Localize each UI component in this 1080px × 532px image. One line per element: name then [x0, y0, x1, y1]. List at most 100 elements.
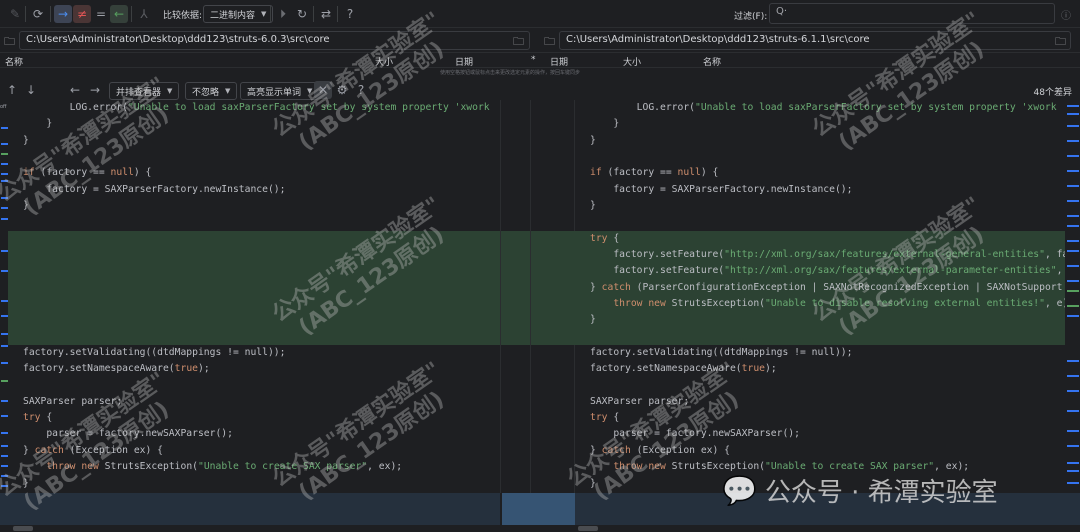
right-path-input[interactable]: C:\Users\Administrator\Desktop\ddd123\st… — [559, 31, 1071, 50]
code-token: , e) — [1044, 298, 1065, 310]
change-marker[interactable] — [1, 362, 8, 364]
change-marker[interactable] — [1, 485, 8, 487]
change-marker[interactable] — [1, 270, 8, 272]
help-button[interactable]: ? — [341, 5, 359, 23]
change-marker[interactable] — [1, 143, 8, 145]
change-marker[interactable] — [1, 218, 8, 220]
change-marker[interactable] — [1067, 185, 1079, 187]
change-marker[interactable] — [1067, 200, 1079, 202]
arrow-up-icon[interactable]: ↑ — [3, 81, 21, 99]
column-size[interactable]: 大小 — [375, 55, 393, 68]
code-line: LOG.error("Unable to load saxParserFacto… — [590, 100, 1065, 116]
change-marker[interactable] — [1, 345, 8, 347]
filter-input[interactable]: Q· — [769, 3, 1055, 24]
change-marker[interactable] — [1, 380, 8, 382]
compare-by-dropdown[interactable]: 二进制内容 ▼ — [203, 5, 274, 23]
play-next-icon[interactable]: ⏵ — [274, 5, 292, 23]
left-path-input[interactable]: C:\Users\Administrator\Desktop\ddd123\st… — [19, 31, 530, 50]
change-marker[interactable] — [1, 475, 8, 477]
refresh-icon[interactable]: ⟳ — [29, 5, 47, 23]
change-marker[interactable] — [1067, 240, 1079, 242]
column-star[interactable]: * — [531, 55, 536, 65]
change-marker[interactable] — [1, 300, 8, 302]
gear-icon[interactable]: ⚙ — [333, 81, 351, 99]
column-name-right[interactable]: 名称 — [703, 55, 721, 68]
scrollbar-thumb[interactable] — [578, 526, 598, 531]
change-marker[interactable] — [1067, 360, 1079, 362]
change-marker[interactable] — [1067, 155, 1079, 157]
change-marker[interactable] — [1067, 280, 1079, 282]
browse-folder-icon[interactable]: 🗀 — [513, 33, 524, 52]
change-marker[interactable] — [1, 207, 8, 209]
left-code-pane[interactable]: LOG.error("Unable to load saxParserFacto… — [8, 100, 500, 493]
change-marker[interactable] — [1, 197, 8, 199]
change-marker[interactable] — [1067, 265, 1079, 267]
change-marker[interactable] — [1, 250, 8, 252]
highlight-dropdown[interactable]: 高亮显示单词 ▼ — [240, 82, 320, 100]
show-right-only-icon[interactable]: → — [54, 5, 72, 23]
change-marker[interactable] — [1067, 470, 1079, 472]
change-marker[interactable] — [1, 153, 8, 155]
change-marker[interactable] — [1, 163, 8, 165]
change-marker[interactable] — [1067, 290, 1079, 292]
ignore-dropdown[interactable]: 不忽略 ▼ — [185, 82, 238, 100]
change-marker[interactable] — [1067, 305, 1079, 307]
change-marker[interactable] — [1067, 482, 1079, 484]
change-marker[interactable] — [1067, 215, 1079, 217]
change-marker[interactable] — [1, 445, 8, 447]
arrow-right-icon[interactable]: → — [86, 81, 104, 99]
scrollbar-thumb[interactable] — [13, 526, 33, 531]
code-token: StrutsException( — [665, 298, 765, 310]
show-left-only-icon[interactable]: ← — [110, 5, 128, 23]
change-marker[interactable] — [1067, 375, 1079, 377]
column-date[interactable]: 日期 — [455, 55, 473, 68]
highlight-value: 高亮显示单词 — [247, 87, 302, 98]
change-marker[interactable] — [1, 432, 8, 434]
arrow-down-icon[interactable]: ↓ — [22, 81, 40, 99]
horizontal-scrollbar[interactable] — [0, 525, 1080, 532]
diff-divider[interactable] — [500, 100, 575, 493]
help-button[interactable]: ? — [352, 81, 370, 99]
change-marker[interactable] — [1, 455, 8, 457]
edit-icon[interactable]: ✎ — [6, 5, 24, 23]
change-marker[interactable] — [1067, 462, 1079, 464]
change-marker[interactable] — [1, 315, 8, 317]
change-marker[interactable] — [1067, 410, 1079, 412]
change-marker[interactable] — [1067, 430, 1079, 432]
right-change-markers[interactable] — [1066, 100, 1080, 493]
change-marker[interactable] — [1067, 390, 1079, 392]
show-different-icon[interactable]: ≠ — [73, 5, 91, 23]
browse-folder-icon[interactable]: 🗀 — [1055, 33, 1066, 52]
change-marker[interactable] — [1, 465, 8, 467]
viewer-dropdown[interactable]: 并排查看器 ▼ — [109, 82, 180, 100]
chevron-down-icon: ▼ — [167, 87, 173, 95]
change-marker[interactable] — [1, 127, 8, 129]
collapse-icon[interactable]: ✕ — [314, 81, 332, 99]
merge-icon[interactable]: ⅄ — [135, 5, 153, 23]
change-marker[interactable] — [1067, 140, 1079, 142]
change-marker[interactable] — [1, 180, 8, 182]
code-token: catch — [34, 444, 64, 456]
change-marker[interactable] — [1067, 445, 1079, 447]
change-marker[interactable] — [1067, 113, 1079, 115]
right-code-pane[interactable]: LOG.error("Unable to load saxParserFacto… — [575, 100, 1065, 493]
show-equal-icon[interactable]: = — [92, 5, 110, 23]
column-size-right[interactable]: 大小 — [623, 55, 641, 68]
change-marker[interactable] — [1067, 170, 1079, 172]
swap-icon[interactable]: ⇄ — [317, 5, 335, 23]
arrow-left-icon[interactable]: ← — [66, 81, 84, 99]
change-marker[interactable] — [1067, 105, 1079, 107]
column-date-right[interactable]: 日期 — [550, 55, 568, 68]
change-marker[interactable] — [1, 173, 8, 175]
change-marker[interactable] — [1, 415, 8, 417]
change-marker[interactable] — [1, 400, 8, 402]
change-marker[interactable] — [1, 333, 8, 335]
sync-icon[interactable]: ↻ — [293, 5, 311, 23]
change-marker[interactable] — [1067, 315, 1079, 317]
change-marker[interactable] — [1067, 250, 1079, 252]
column-name[interactable]: 名称 — [5, 55, 23, 68]
help-circle-icon[interactable]: ⓘ — [1057, 5, 1075, 23]
change-marker[interactable] — [1067, 225, 1079, 227]
change-marker[interactable] — [1067, 125, 1079, 127]
